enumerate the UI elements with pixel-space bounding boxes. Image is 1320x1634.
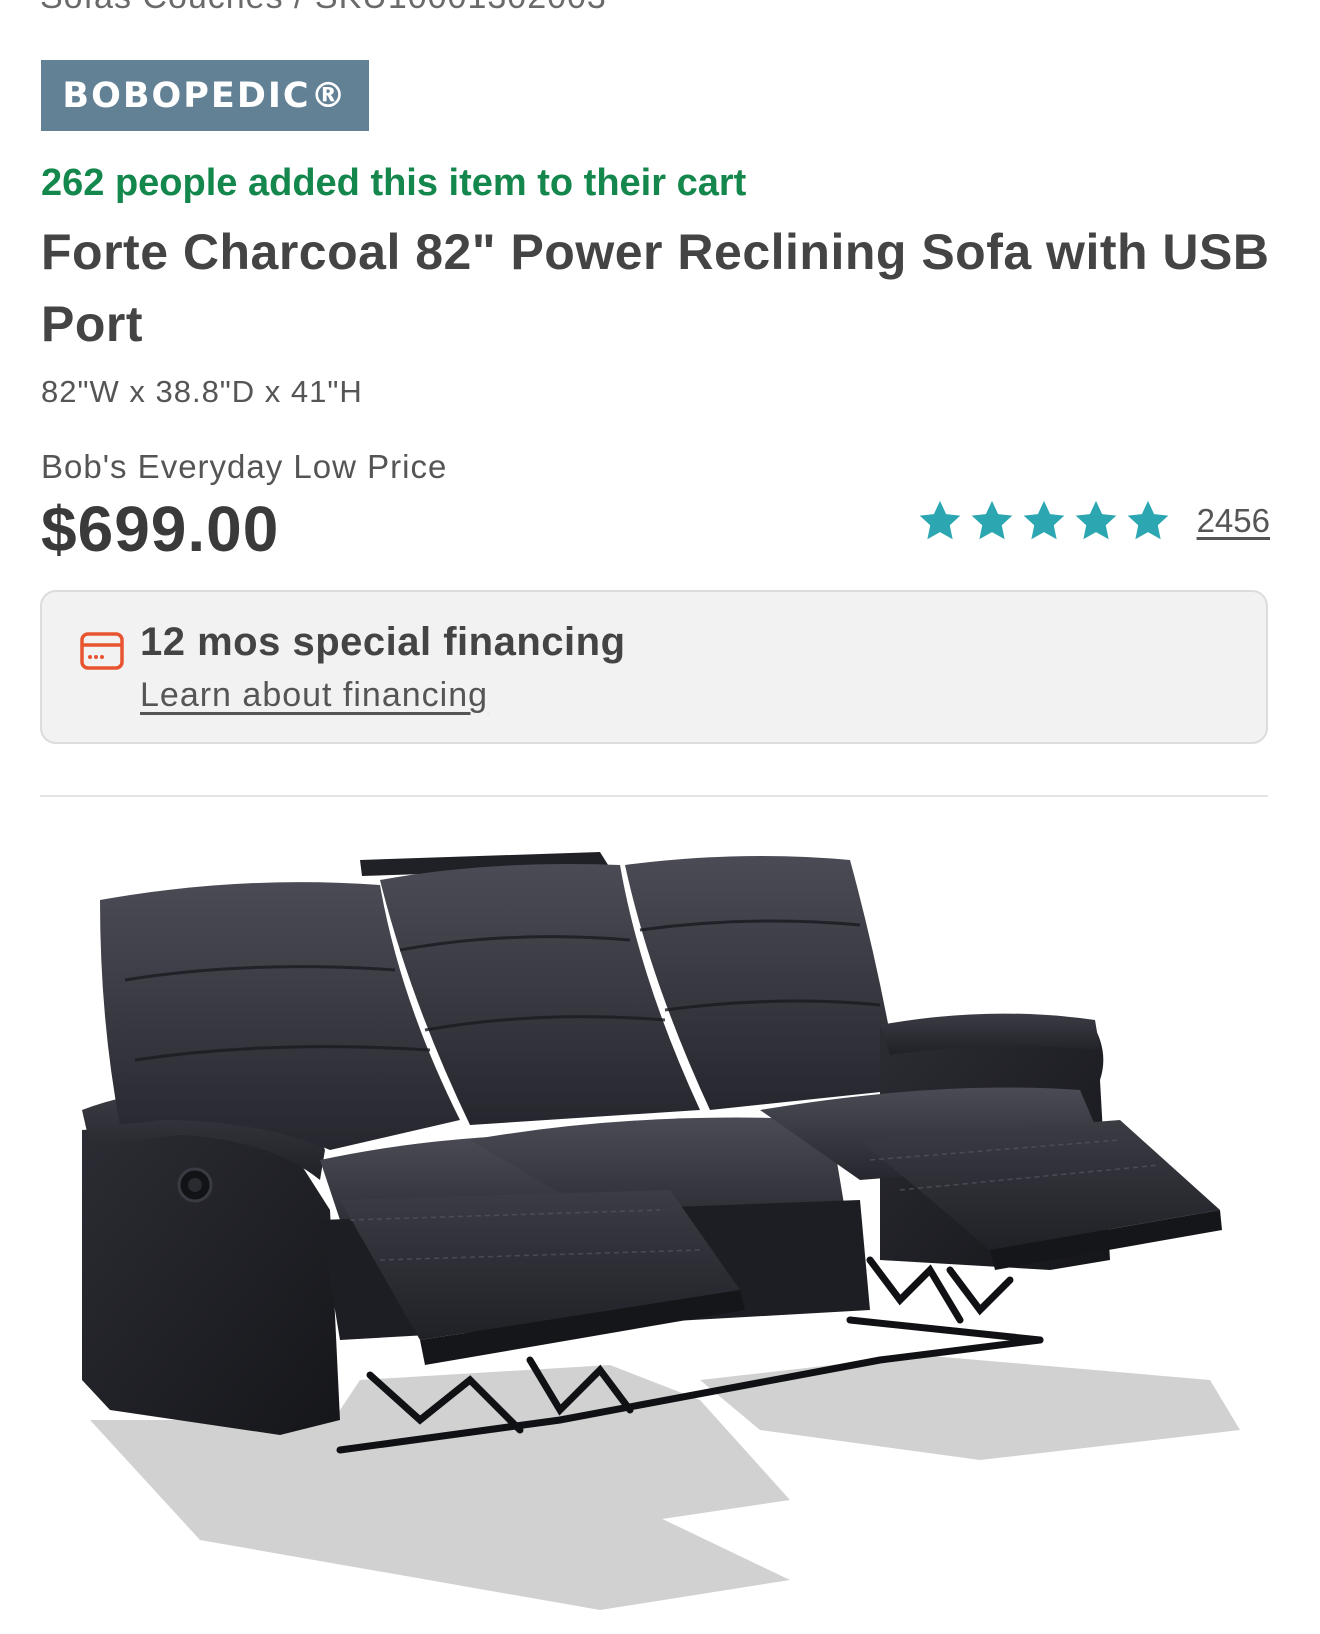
credit-card-icon [80,632,124,670]
product-page: Sofas Couches / SKU10001302003 BOBOPEDIC… [0,0,1320,1634]
star-icon [1075,500,1116,540]
financing-title: 12 mos special financing [140,620,626,664]
star-icon [919,500,960,540]
star-rating [911,498,1171,544]
learn-financing-link[interactable]: Learn about financing [140,676,488,715]
brand-logo[interactable]: BOBOPEDIC® [41,60,369,131]
review-count-link[interactable]: 2456 [1197,502,1270,540]
star-icon [971,500,1012,540]
financing-box: 12 mos special financing Learn about fin… [40,590,1268,744]
product-price: $699.00 [41,493,280,565]
section-divider [40,795,1268,797]
product-title: Forte Charcoal 82" Power Reclining Sofa … [41,224,1270,352]
breadcrumb[interactable]: Sofas Couches / SKU10001302003 [40,0,607,17]
rating-summary[interactable]: 2456 [911,498,1270,544]
product-image[interactable] [0,820,1320,1634]
star-icon [1127,500,1168,540]
star-icon [1023,500,1064,540]
product-dimensions: 82"W x 38.8"D x 41"H [41,374,363,409]
brand-logo-text: BOBOPEDIC® [62,75,348,116]
price-label: Bob's Everyday Low Price [41,448,448,485]
social-proof-text: 262 people added this item to their cart [41,162,747,204]
